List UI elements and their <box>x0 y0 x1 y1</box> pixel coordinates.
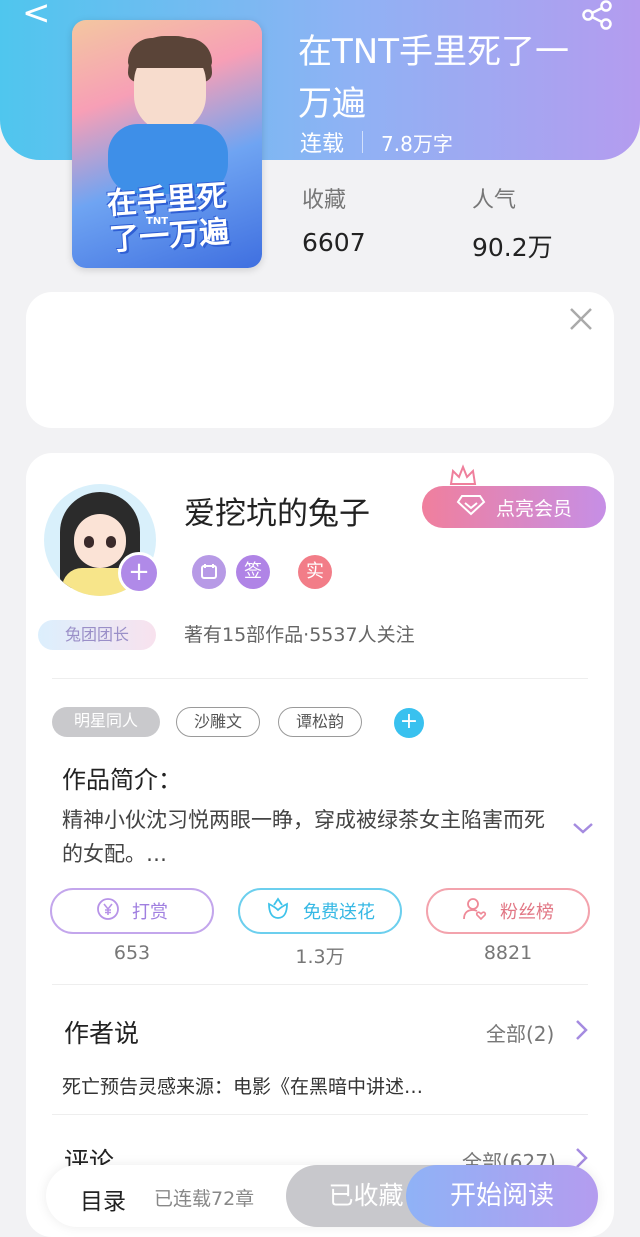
author-name[interactable]: 爱挖坑的兔子 <box>184 488 370 533</box>
fan-count: 8821 <box>483 942 533 964</box>
stat-value: 6607 <box>302 228 366 257</box>
calendar-badge-icon <box>192 555 226 589</box>
flower-icon <box>265 896 291 927</box>
cover-fringe <box>128 38 212 68</box>
avatar-face <box>74 514 126 568</box>
close-icon[interactable] <box>568 306 594 332</box>
divider <box>52 678 588 679</box>
intro-text[interactable]: 精神小伙沈习悦两眼一睁，穿成被绿茶女主陷害而死的女配。… <box>62 803 552 871</box>
author-says-all-link[interactable]: 全部(2) <box>486 1018 554 1047</box>
chapter-count: 已连载72章 <box>154 1188 255 1210</box>
tip-count: 653 <box>113 942 151 964</box>
vip-membership-button[interactable]: 点亮会员 <box>422 486 606 528</box>
add-tag-button[interactable]: + <box>394 708 424 738</box>
person-heart-icon <box>462 896 488 927</box>
book-title: 在TNT手里死了一万遍 <box>298 32 569 124</box>
tag-chip[interactable]: 谭松韵 <box>278 707 362 737</box>
start-reading-button[interactable]: 开始阅读 <box>406 1165 598 1227</box>
diamond-icon <box>456 494 486 521</box>
tip-button[interactable]: 打赏 <box>50 888 214 934</box>
crown-icon <box>448 464 478 488</box>
send-flower-label: 免费送花 <box>303 902 375 923</box>
stat-popularity: 人气 90.2万 <box>472 182 553 264</box>
avatar-eye <box>106 536 116 548</box>
stat-favorites: 收藏 6607 <box>302 182 366 257</box>
signed-badge: 签 <box>236 555 270 589</box>
chevron-right-icon[interactable] <box>574 1018 590 1042</box>
vip-label: 点亮会员 <box>495 497 572 520</box>
fan-ranking-label: 粉丝榜 <box>500 902 554 923</box>
serial-status: 连载 <box>300 132 345 157</box>
book-cover[interactable]: 在手里死了一万遍 TNT <box>72 20 262 268</box>
ad-banner[interactable] <box>26 292 614 428</box>
catalog-button[interactable]: 目录 <box>80 1182 126 1216</box>
author-stats: 著有15部作品·5537人关注 <box>184 624 415 646</box>
avatar-eye <box>84 536 94 548</box>
stat-value: 90.2万 <box>472 233 553 262</box>
rank-tag: 兔团团长 <box>38 620 156 650</box>
stat-label: 收藏 <box>302 188 347 213</box>
intro-label: 作品简介： <box>62 766 182 794</box>
tag-chip[interactable]: 明星同人 <box>52 707 160 737</box>
divider <box>52 1114 588 1115</box>
stat-label: 人气 <box>472 188 517 213</box>
tag-chip[interactable]: 沙雕文 <box>176 707 260 737</box>
chevron-down-icon[interactable] <box>570 818 596 838</box>
word-count: 7.8万字 <box>381 131 453 156</box>
yen-coin-icon <box>96 897 120 926</box>
author-note[interactable]: 死亡预告灵感来源：电影《在黑暗中讲述… <box>62 1072 423 1099</box>
cover-title-art: 在手里死了一万遍 <box>105 178 231 258</box>
cover-tnt-art: TNT <box>146 216 169 227</box>
fan-ranking-button[interactable]: 粉丝榜 <box>426 888 590 934</box>
tip-label: 打赏 <box>132 902 168 923</box>
back-arrow-icon[interactable]: < <box>22 0 52 30</box>
divider <box>52 984 588 985</box>
author-says-title: 作者说 <box>64 1019 140 1048</box>
send-flower-button[interactable]: 免费送花 <box>238 888 402 934</box>
flower-count: 1.3万 <box>295 946 345 968</box>
verified-badge: 实 <box>298 555 332 589</box>
follow-button[interactable]: + <box>118 552 160 594</box>
meta-divider <box>362 131 364 153</box>
book-meta: 连载 7.8万字 <box>300 126 453 158</box>
